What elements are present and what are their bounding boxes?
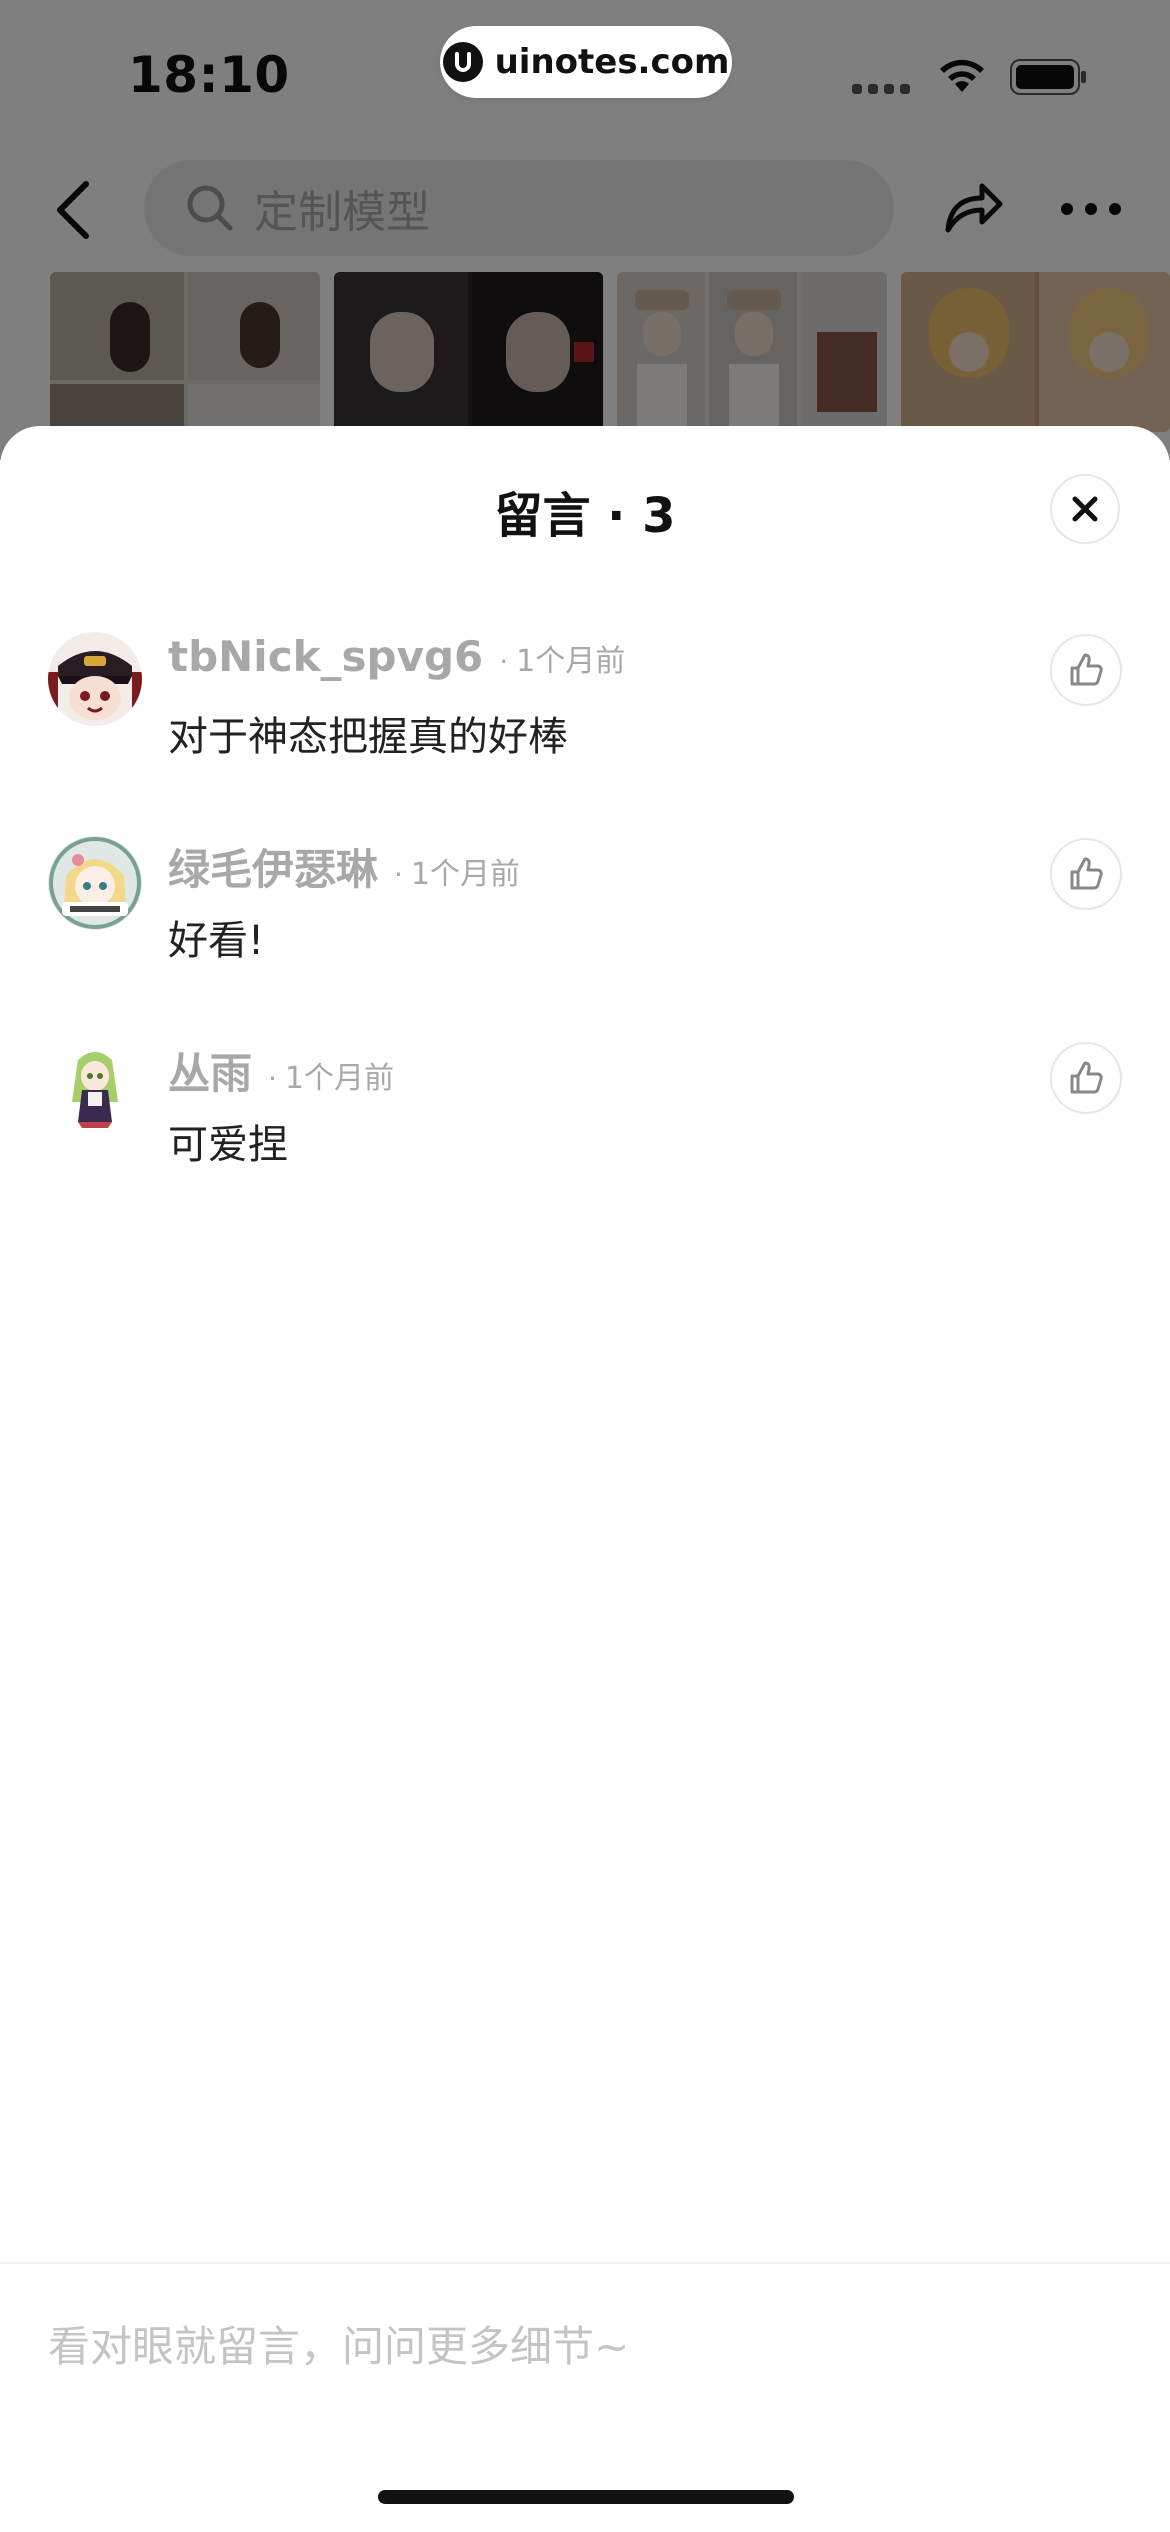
close-icon: [1072, 496, 1098, 522]
comment-text: 对于神态把握真的好棒: [168, 714, 568, 760]
like-button[interactable]: [1050, 838, 1122, 910]
sheet-title: 留言 · 3: [494, 488, 676, 544]
site-logo-icon: [442, 42, 483, 82]
comment-time: 1个月前: [516, 644, 626, 679]
comments-sheet: 留言 · 3 tbNick_spvg6 · 1个月前 对于神态把握真的好棒 绿毛…: [0, 426, 1170, 2532]
comment-meta: 丛雨 · 1个月前: [168, 1040, 394, 1101]
url-text: uinotes.com: [494, 42, 730, 82]
comment-text: 好看!: [168, 918, 265, 964]
separator-dot: ·: [394, 858, 403, 891]
close-button[interactable]: [1050, 474, 1120, 544]
comment-input[interactable]: [48, 2310, 1118, 2382]
comment-item: 丛雨 · 1个月前 可爱捏: [0, 1040, 1170, 1200]
like-button[interactable]: [1050, 634, 1122, 706]
separator-dot: ·: [268, 1062, 277, 1095]
comment-meta: 绿毛伊瑟琳 · 1个月前: [168, 836, 520, 897]
home-indicator: [378, 2490, 794, 2504]
url-pill: uinotes.com: [440, 26, 732, 98]
thumbs-up-icon: [1070, 857, 1103, 890]
thumbs-up-icon: [1070, 1061, 1103, 1094]
comment-time: 1个月前: [410, 857, 521, 892]
comment-username[interactable]: 丛雨: [168, 1040, 252, 1101]
comment-username[interactable]: tbNick_spvg6: [168, 632, 483, 681]
comment-meta: tbNick_spvg6 · 1个月前: [168, 632, 625, 681]
separator-dot: ·: [499, 645, 509, 678]
avatar[interactable]: [48, 632, 142, 726]
like-button[interactable]: [1050, 1042, 1122, 1114]
comment-text: 可爱捏: [168, 1122, 288, 1168]
comment-time: 1个月前: [284, 1061, 395, 1096]
input-divider: [0, 2262, 1170, 2264]
avatar[interactable]: [48, 836, 142, 930]
comment-username[interactable]: 绿毛伊瑟琳: [168, 836, 378, 897]
thumbs-up-icon: [1070, 653, 1103, 686]
comment-item: 绿毛伊瑟琳 · 1个月前 好看!: [0, 836, 1170, 996]
avatar[interactable]: [48, 1040, 142, 1134]
comment-item: tbNick_spvg6 · 1个月前 对于神态把握真的好棒: [0, 632, 1170, 792]
